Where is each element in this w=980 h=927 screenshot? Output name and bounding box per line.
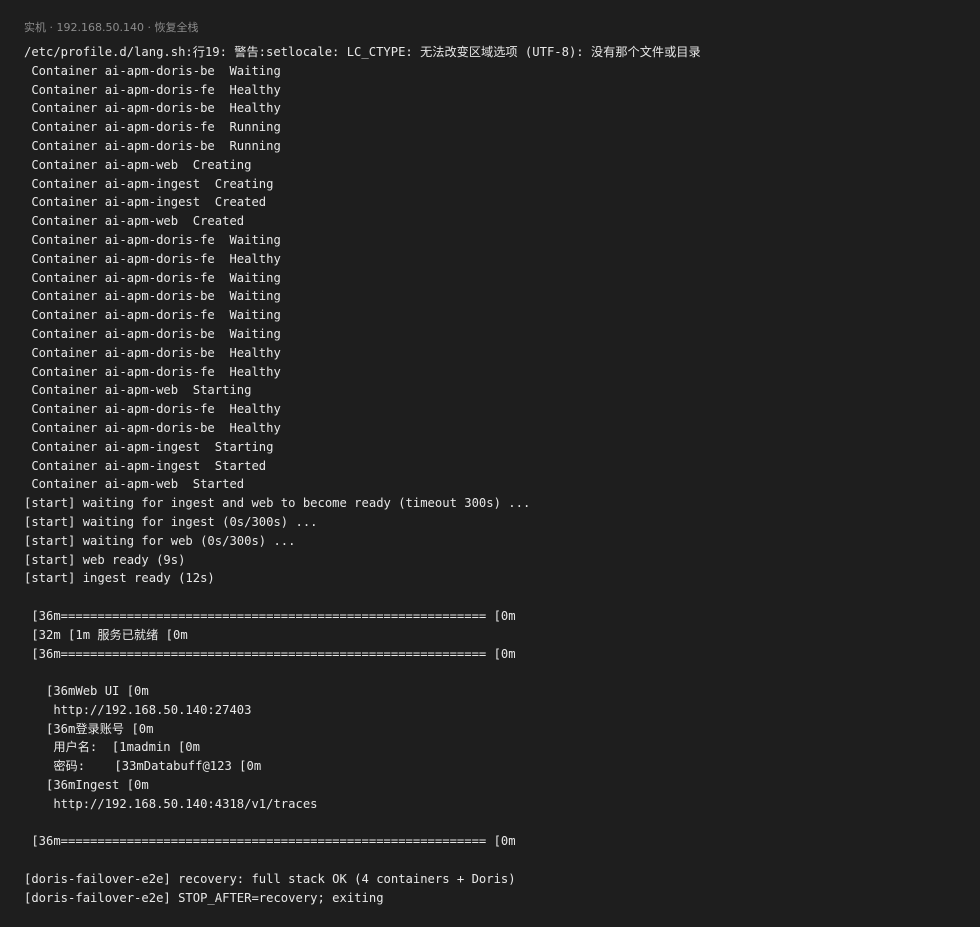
terminal-line: [36mIngest [0m bbox=[24, 778, 149, 793]
terminal-line: Container ai-apm-web Started bbox=[24, 477, 245, 492]
terminal-line: [doris-failover-e2e] recovery: full stac… bbox=[24, 872, 516, 887]
window-title: 实机 · 192.168.50.140 · 恢复全栈 bbox=[24, 21, 199, 34]
terminal-line: Container ai-apm-doris-fe Waiting bbox=[24, 308, 281, 323]
terminal-line: [start] waiting for web (0s/300s) ... bbox=[24, 533, 296, 548]
terminal-output[interactable]: /etc/profile.d/lang.sh:行19: 警告:setlocale… bbox=[24, 43, 980, 908]
terminal-line: [32m [1m 服务已就绪 [0m bbox=[24, 627, 188, 642]
terminal-line: Container ai-apm-doris-be Healthy bbox=[24, 420, 281, 435]
terminal-line: http://192.168.50.140:27403 bbox=[24, 702, 252, 717]
terminal-line: Container ai-apm-doris-fe Waiting bbox=[24, 270, 281, 285]
terminal-line: Container ai-apm-doris-be Waiting bbox=[24, 289, 281, 304]
terminal-line: /etc/profile.d/lang.sh:行19: 警告:setlocale… bbox=[24, 45, 701, 59]
terminal-line: Container ai-apm-ingest Starting bbox=[24, 439, 274, 454]
terminal-line: [start] web ready (9s) bbox=[24, 552, 186, 567]
terminal-line: Container ai-apm-web Starting bbox=[24, 383, 252, 398]
terminal-line: Container ai-apm-web Created bbox=[24, 214, 245, 229]
terminal-line: [36m登录账号 [0m bbox=[24, 721, 154, 736]
terminal-line: 用户名: [1madmin [0m bbox=[24, 740, 200, 755]
terminal-line: Container ai-apm-doris-fe Healthy bbox=[24, 402, 281, 417]
terminal-line: Container ai-apm-doris-fe Waiting bbox=[24, 232, 281, 247]
terminal-line: Container ai-apm-web Creating bbox=[24, 157, 252, 172]
terminal-line: Container ai-apm-doris-be Healthy bbox=[24, 345, 281, 360]
terminal-line: [start] waiting for ingest and web to be… bbox=[24, 496, 531, 511]
terminal-line: Container ai-apm-doris-be Waiting bbox=[24, 326, 281, 341]
terminal-line: Container ai-apm-doris-fe Healthy bbox=[24, 364, 281, 379]
terminal-line: Container ai-apm-ingest Creating bbox=[24, 176, 274, 191]
terminal-line: [36m====================================… bbox=[24, 834, 516, 849]
terminal-line: Container ai-apm-doris-be Healthy bbox=[24, 101, 281, 116]
terminal-line: Container ai-apm-ingest Created bbox=[24, 195, 267, 210]
terminal-line: Container ai-apm-doris-be Waiting bbox=[24, 63, 281, 78]
terminal-line: Container ai-apm-ingest Started bbox=[24, 458, 267, 473]
terminal-line: [start] waiting for ingest (0s/300s) ... bbox=[24, 514, 318, 529]
terminal-line: Container ai-apm-doris-fe Healthy bbox=[24, 82, 281, 97]
terminal-line: [36m====================================… bbox=[24, 608, 516, 623]
terminal-line: Container ai-apm-doris-fe Running bbox=[24, 120, 281, 135]
terminal-line: Container ai-apm-doris-be Running bbox=[24, 138, 281, 153]
terminal-line: 密码: [33mDatabuff@123 [0m bbox=[24, 759, 262, 774]
terminal-line: [start] ingest ready (12s) bbox=[24, 571, 215, 586]
terminal-line: [doris-failover-e2e] STOP_AFTER=recovery… bbox=[24, 890, 384, 905]
terminal-line: [36mWeb UI [0m bbox=[24, 684, 149, 699]
terminal-line: [36m====================================… bbox=[24, 646, 516, 661]
terminal-line: http://192.168.50.140:4318/v1/traces bbox=[24, 796, 318, 811]
terminal-line: Container ai-apm-doris-fe Healthy bbox=[24, 251, 281, 266]
